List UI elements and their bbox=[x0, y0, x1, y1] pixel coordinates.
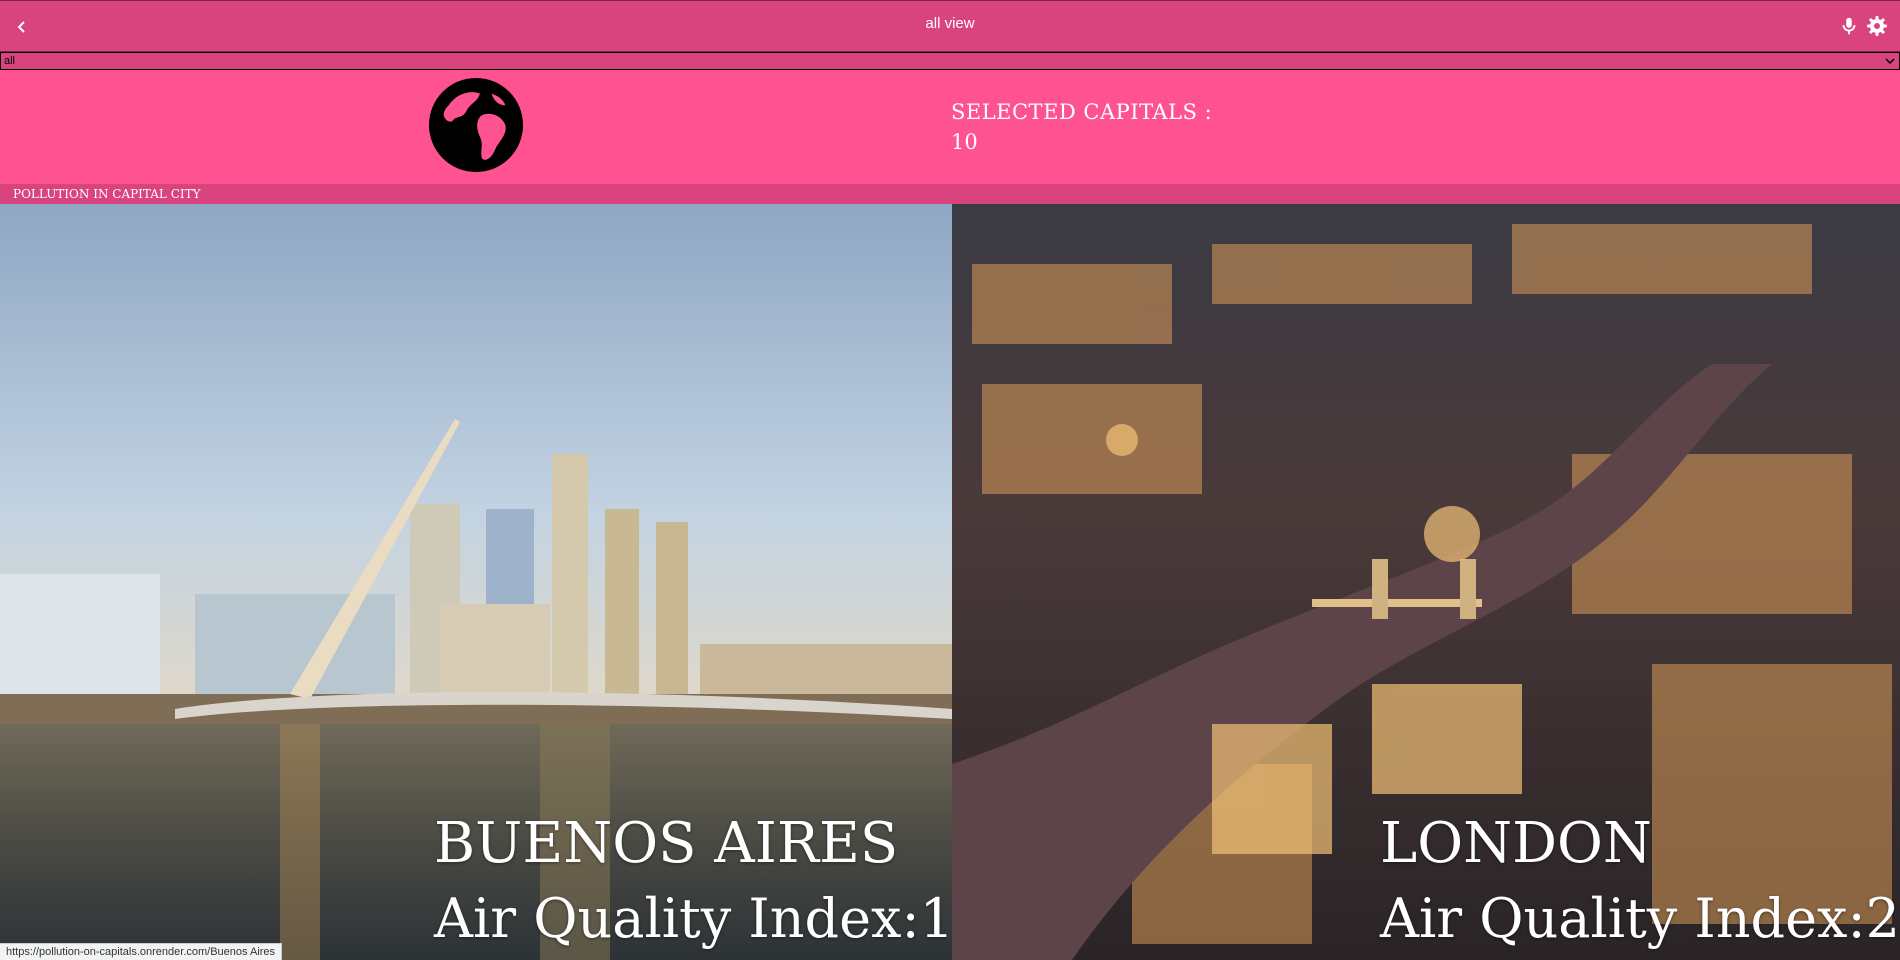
filter-selected-value: all bbox=[4, 55, 16, 67]
air-quality-index: Air Quality Index:2 bbox=[1380, 887, 1900, 950]
link-status-url: https://pollution-on-capitals.onrender.c… bbox=[0, 943, 283, 960]
top-app-bar: all view bbox=[0, 0, 1900, 52]
section-header: POLLUTION IN CAPITAL CITY bbox=[0, 184, 1900, 204]
section-title: POLLUTION IN CAPITAL CITY bbox=[13, 187, 201, 201]
summary-header: SELECTED CAPITALS : 10 bbox=[0, 70, 1900, 184]
city-card-london[interactable]: LONDON Air Quality Index:2 bbox=[952, 204, 1900, 960]
city-name: LONDON bbox=[1380, 811, 1652, 876]
selected-capitals-label: SELECTED CAPITALS : bbox=[951, 100, 1213, 124]
microphone-icon[interactable] bbox=[1838, 15, 1860, 37]
page-title: all view bbox=[925, 15, 975, 32]
gear-icon[interactable] bbox=[1865, 14, 1889, 38]
globe-icon bbox=[428, 77, 524, 173]
air-quality-index: Air Quality Index:1 bbox=[434, 887, 952, 950]
city-card-buenos-aires[interactable]: BUENOS AIRES Air Quality Index:1 bbox=[0, 204, 952, 960]
selected-capitals-count: 10 bbox=[951, 130, 978, 154]
chevron-down-icon bbox=[1885, 58, 1895, 65]
capital-filter-select[interactable]: all bbox=[0, 52, 1900, 70]
city-name: BUENOS AIRES bbox=[434, 811, 899, 876]
